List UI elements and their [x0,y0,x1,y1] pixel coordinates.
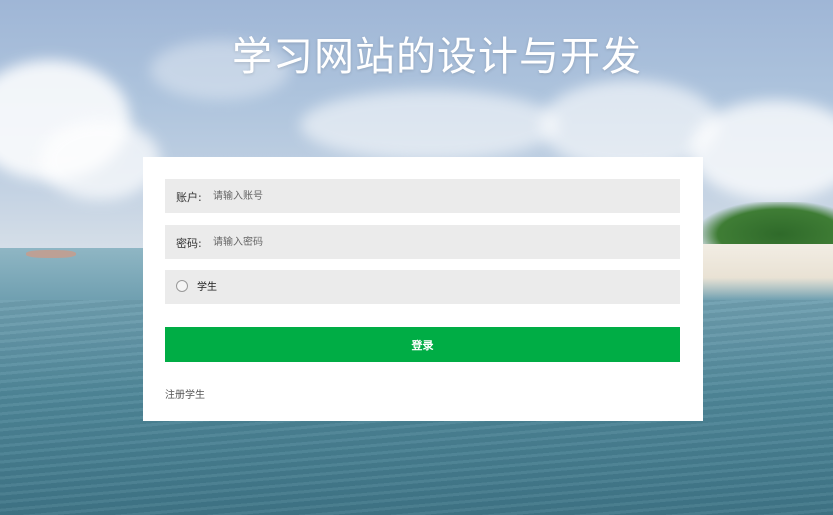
register-student-link[interactable]: 注册学生 [165,386,205,401]
login-form: 账户: 密码: 学生 登录 注册学生 [143,157,703,421]
password-field: 密码: [165,225,680,259]
cloud [300,90,560,160]
account-input[interactable] [213,185,653,207]
boat [26,250,76,258]
student-radio-label[interactable]: 学生 [197,270,217,305]
page-title: 学习网站的设计与开发 [232,34,642,80]
island-trees [700,202,833,248]
student-radio[interactable] [176,280,188,292]
cloud [40,120,160,200]
password-label: 密码: [176,237,202,250]
account-field: 账户: [165,179,680,213]
login-button[interactable]: 登录 [165,327,680,362]
password-input[interactable] [213,231,653,253]
role-field: 学生 [165,270,680,304]
beach [700,244,833,300]
account-label: 账户: [176,191,202,204]
